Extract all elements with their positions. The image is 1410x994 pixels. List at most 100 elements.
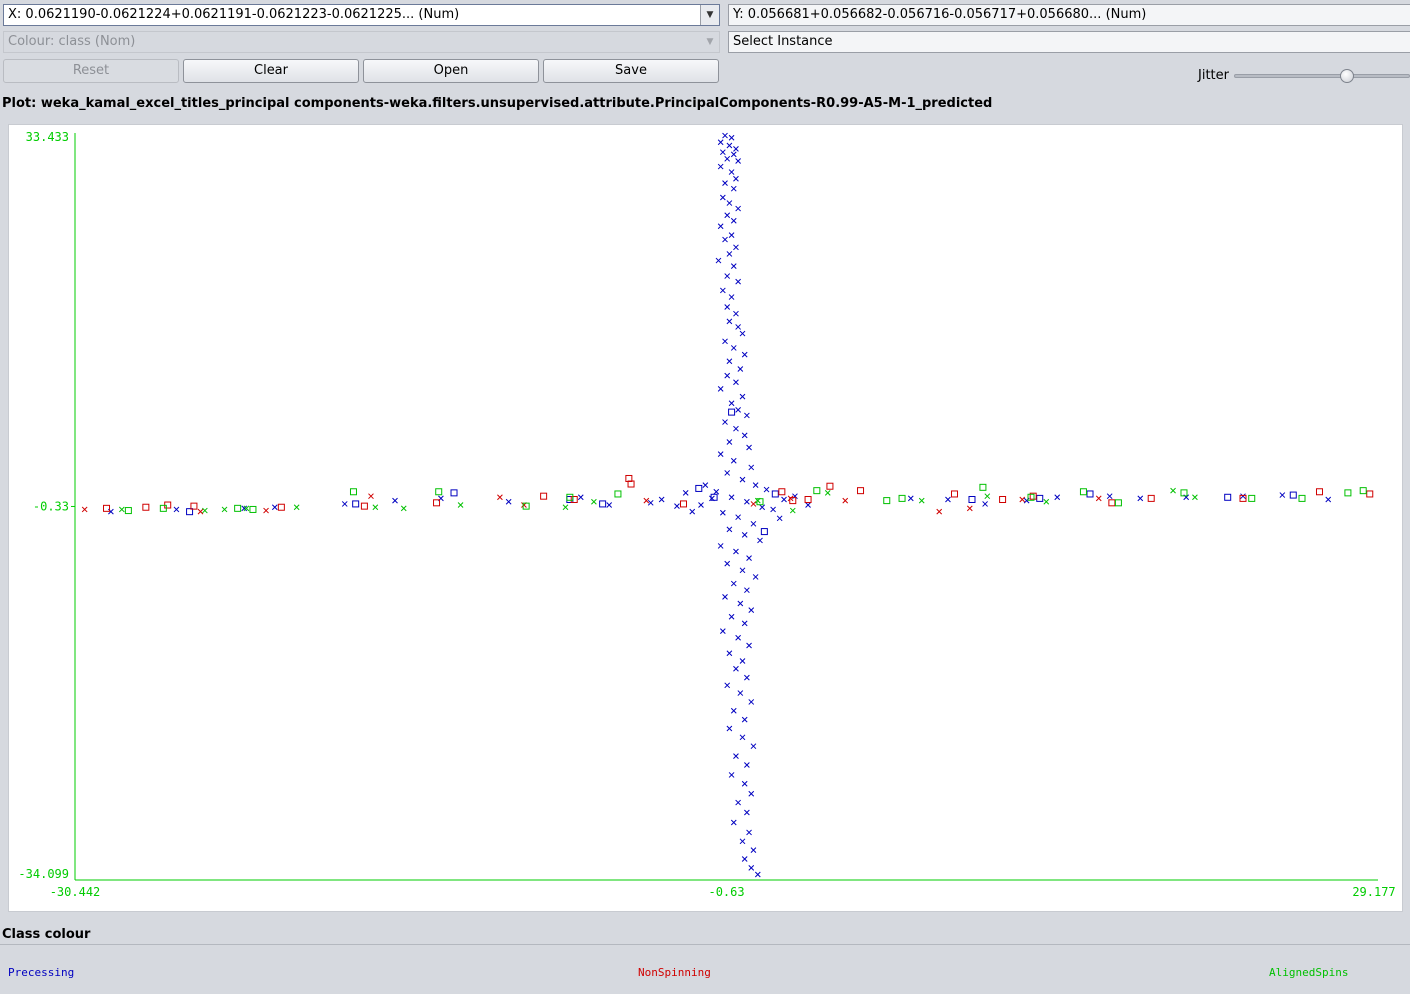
nonspinning-cross-point (966, 505, 973, 512)
precessing-cross-point (682, 490, 689, 496)
jitter-slider-thumb[interactable] (1339, 69, 1354, 83)
alignedspins-cross-point (918, 497, 925, 504)
precessing-cross-point (724, 470, 731, 476)
nonspinning-cross-point (936, 508, 943, 515)
legend-item-alignedspins[interactable]: AlignedSpins (1269, 966, 1348, 979)
alignedspins-square-point (979, 483, 987, 491)
precessing-cross-point (717, 386, 724, 392)
clear-button[interactable]: Clear (183, 59, 359, 83)
precessing-cross-point (722, 419, 728, 425)
precessing-cross-point (735, 634, 741, 641)
precessing-cross-point (748, 864, 755, 871)
alignedspins-cross-point (400, 505, 407, 512)
precessing-cross-point (739, 330, 746, 337)
precessing-cross-point (726, 358, 733, 365)
precessing-cross-point (717, 223, 724, 230)
precessing-cross-point (724, 560, 731, 567)
precessing-cross-point (724, 212, 731, 219)
precessing-square-point (771, 490, 779, 498)
precessing-cross-point (702, 482, 709, 488)
precessing-square-point (1224, 493, 1232, 501)
precessing-cross-point (724, 304, 731, 310)
alignedspins-square-point (1344, 489, 1352, 497)
nonspinning-square-point (1108, 499, 1116, 507)
alignedspins-square-point (435, 488, 443, 496)
alignedspins-square-point (522, 502, 530, 510)
precessing-cross-point (739, 838, 746, 845)
colour-select[interactable]: Colour: class (Nom) ▼ (3, 31, 720, 53)
precessing-cross-point (722, 236, 728, 243)
alignedspins-square-point (566, 493, 574, 501)
nonspinning-square-point (826, 482, 834, 490)
precessing-cross-point (1240, 493, 1246, 500)
nonspinning-square-point (778, 488, 786, 496)
precessing-cross-point (750, 847, 757, 853)
precessing-cross-point (746, 829, 752, 836)
nonspinning-cross-point (197, 508, 204, 515)
alignedspins-cross-point (1170, 487, 1176, 494)
chevron-down-icon: ▼ (700, 5, 719, 25)
alignedspins-square-point (1248, 494, 1256, 502)
save-button[interactable]: Save (543, 59, 719, 83)
legend-item-precessing[interactable]: Precessing (8, 966, 74, 979)
precessing-cross-point (730, 707, 737, 714)
precessing-cross-point (748, 790, 755, 797)
y-axis-select[interactable]: Y: 0.056681+0.056682-0.056716-0.056717+0… (728, 4, 1410, 26)
precessing-cross-point (744, 674, 750, 681)
y-axis-select-value: Y: 0.056681+0.056682-0.056716-0.056717+0… (733, 7, 1147, 22)
precessing-cross-point (728, 134, 735, 141)
precessing-cross-point (730, 263, 737, 269)
nonspinning-cross-point (81, 506, 88, 513)
precessing-cross-point (741, 532, 748, 538)
precessing-cross-point (741, 432, 748, 439)
precessing-square-point (728, 408, 736, 416)
precessing-cross-point (752, 482, 759, 488)
precessing-cross-point (733, 175, 739, 182)
alignedspins-cross-point (202, 507, 208, 514)
precessing-cross-point (658, 496, 665, 503)
open-button[interactable]: Open (363, 59, 539, 83)
precessing-cross-point (719, 628, 726, 634)
precessing-cross-point (728, 232, 735, 238)
x-axis-select[interactable]: X: 0.0621190-0.0621224+0.0621191-0.06212… (3, 4, 720, 26)
precessing-cross-point (728, 494, 735, 501)
precessing-cross-point (741, 856, 748, 862)
precessing-cross-point (750, 520, 757, 527)
precessing-cross-point (776, 515, 783, 522)
precessing-cross-point (735, 799, 741, 806)
nonspinning-square-point (951, 490, 959, 498)
legend-item-nonspinning[interactable]: NonSpinning (638, 966, 711, 979)
alignedspins-cross-point (562, 504, 569, 511)
precessing-cross-point (737, 600, 744, 607)
alignedspins-square-point (883, 497, 891, 505)
precessing-cross-point (739, 658, 746, 664)
y-tick-label: -34.099 (18, 867, 69, 881)
jitter-slider-track[interactable] (1234, 74, 1410, 78)
select-instance-label: Select Instance (733, 34, 833, 49)
precessing-cross-point (722, 180, 728, 186)
nonspinning-cross-point (750, 501, 757, 507)
nonspinning-square-point (679, 500, 687, 508)
scatter-plot-panel[interactable]: 33.433 -0.33 -34.099 -30.442 -0.63 29.177 (8, 124, 1403, 912)
alignedspins-square-point (813, 487, 821, 495)
y-tick-label: 33.433 (26, 130, 69, 144)
precessing-cross-point (271, 504, 278, 511)
precessing-cross-point (722, 593, 728, 600)
precessing-cross-point (719, 194, 726, 201)
precessing-square-point (760, 528, 768, 536)
precessing-cross-point (741, 716, 748, 723)
alignedspins-cross-point (1192, 494, 1198, 501)
select-instance-dropdown[interactable]: Select Instance (728, 31, 1410, 53)
alignedspins-cross-point (789, 507, 796, 514)
alignedspins-cross-point (824, 490, 831, 496)
precessing-cross-point (805, 502, 811, 508)
colour-select-value: Colour: class (Nom) (8, 34, 136, 49)
nonspinning-cross-point (1019, 496, 1026, 503)
precessing-cross-point (730, 580, 737, 587)
precessing-cross-point (733, 310, 739, 317)
nonspinning-square-point (570, 495, 578, 503)
precessing-cross-point (982, 501, 988, 507)
reset-button[interactable]: Reset (3, 59, 179, 83)
chevron-down-icon: ▼ (706, 37, 714, 47)
precessing-cross-point (781, 496, 787, 503)
